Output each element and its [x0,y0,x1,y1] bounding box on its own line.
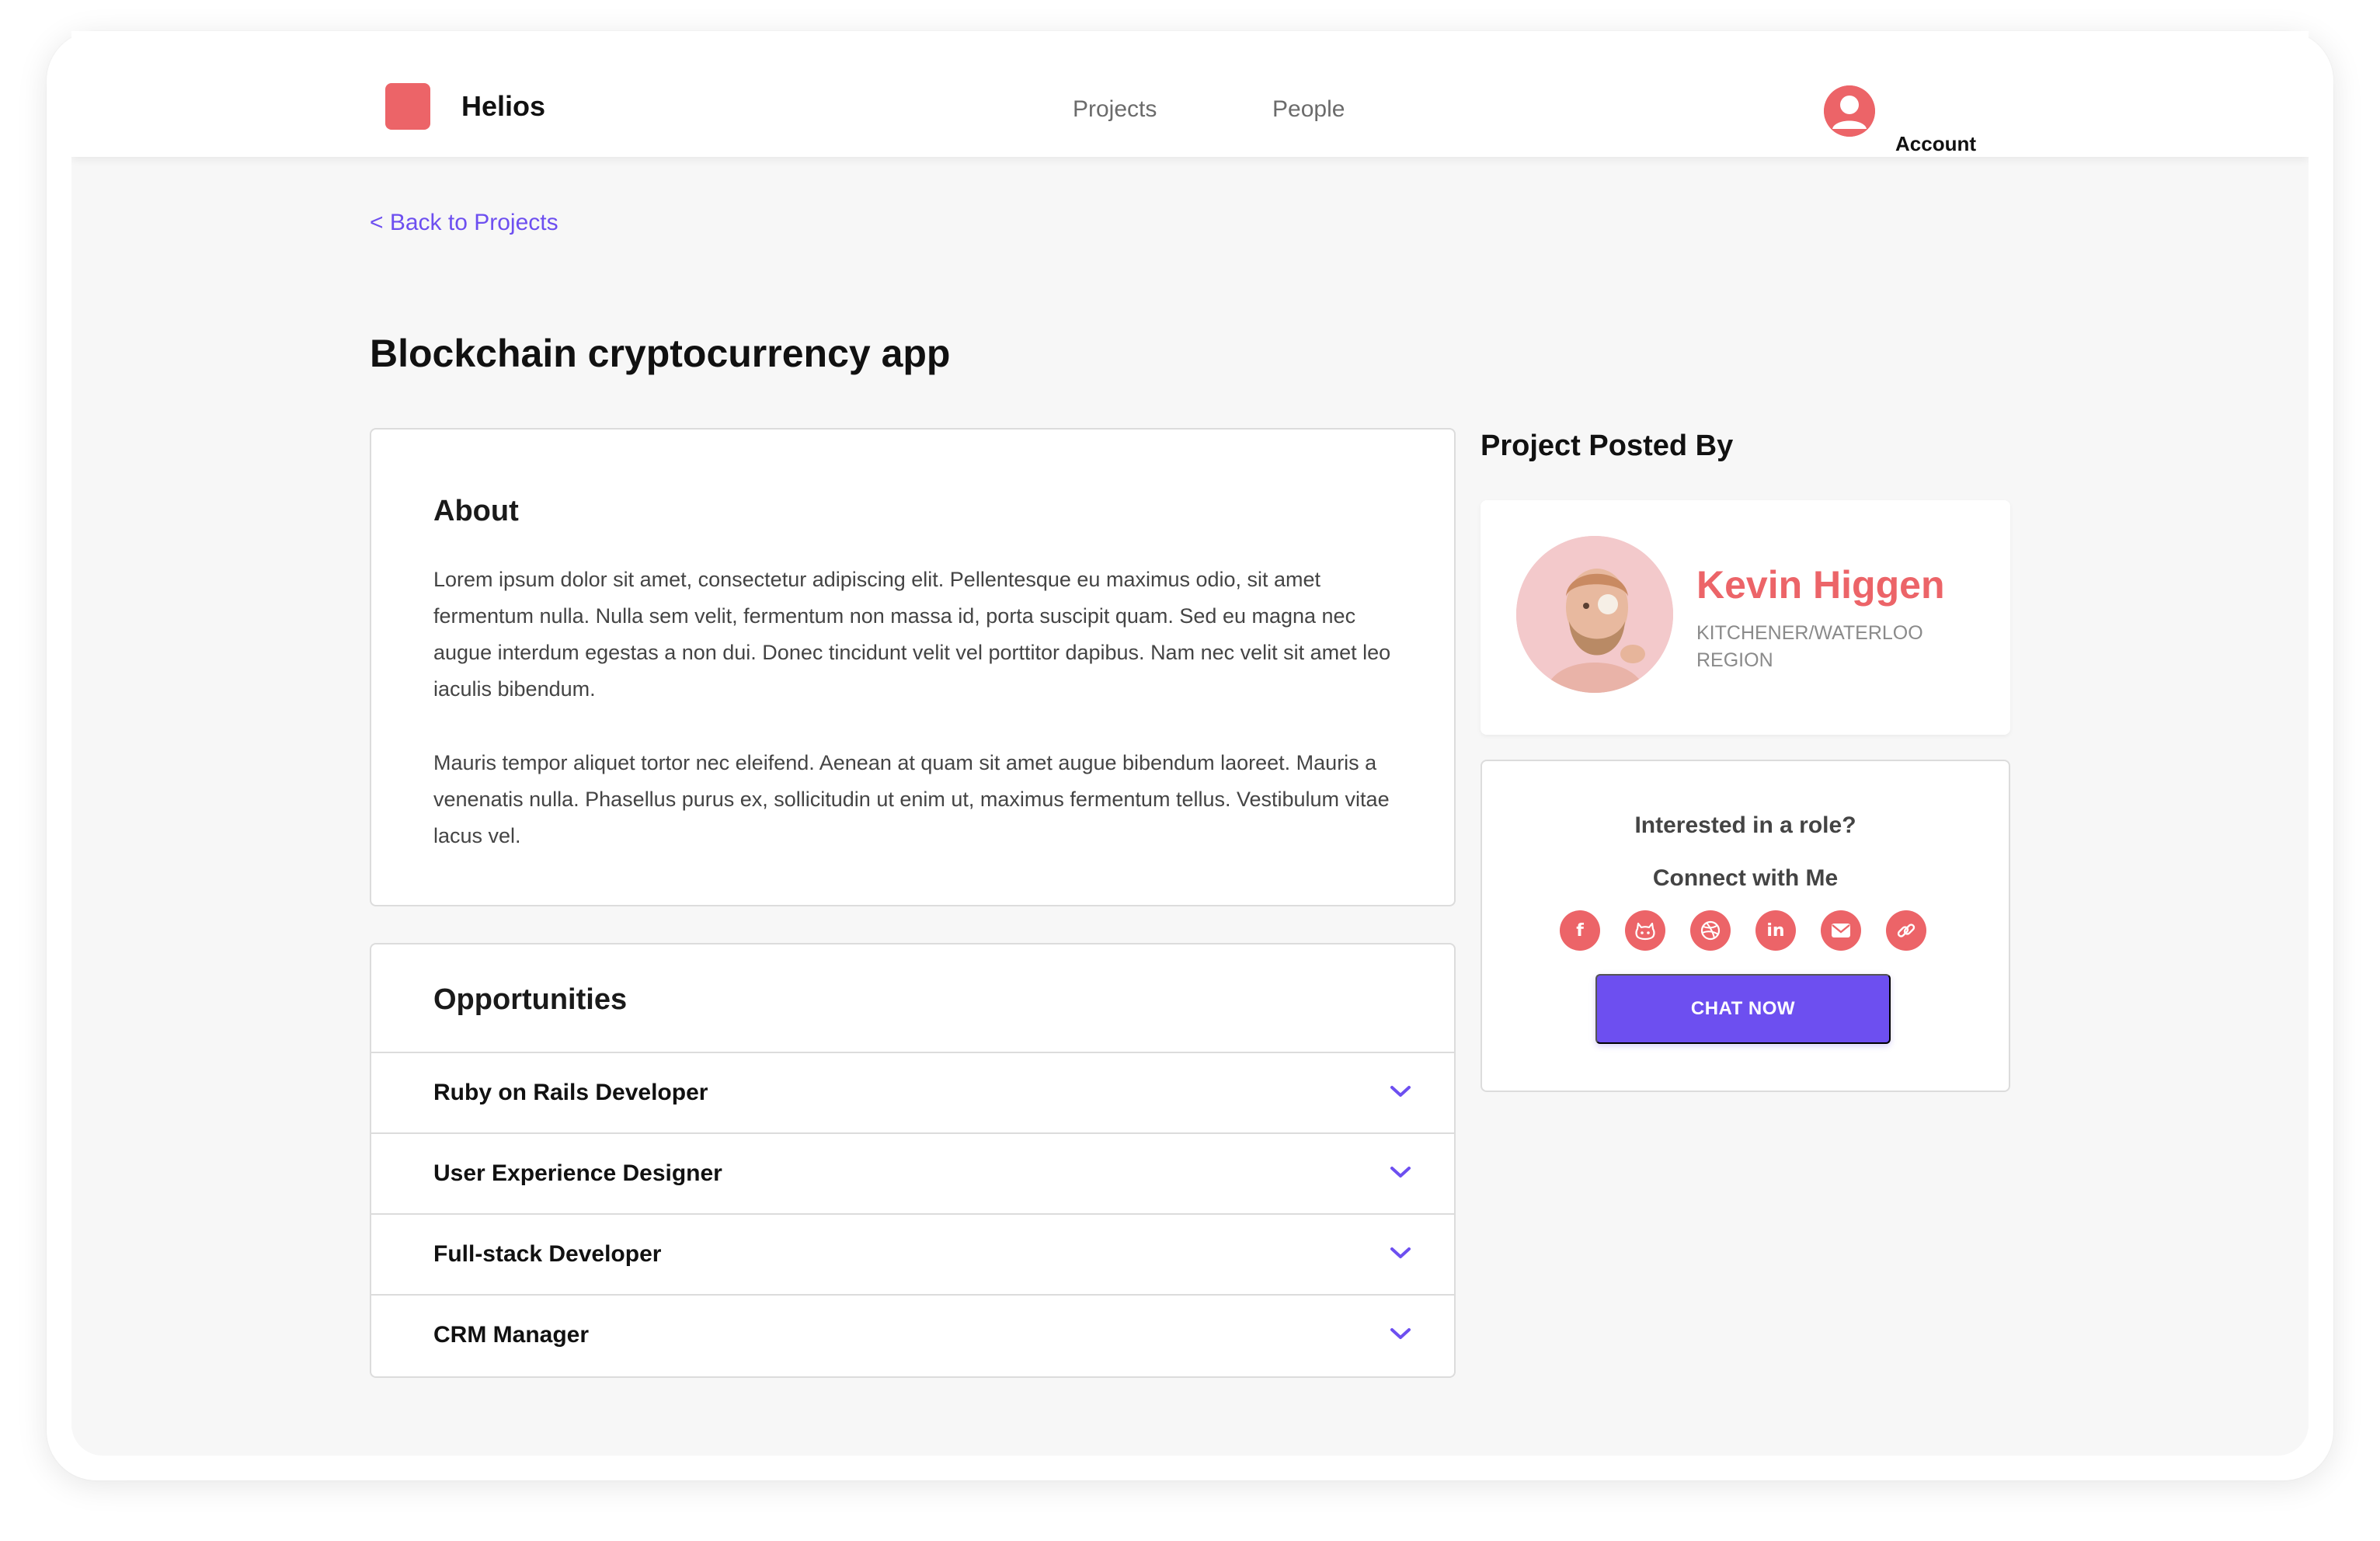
back-to-projects-link[interactable]: < Back to Projects [370,210,558,236]
about-card: About Lorem ipsum dolor sit amet, consec… [370,428,1456,906]
github-icon[interactable] [1625,910,1665,951]
chevron-down-icon[interactable] [1389,1244,1412,1261]
linkedin-icon[interactable]: in [1755,910,1796,951]
facebook-icon[interactable]: f [1560,910,1600,951]
connect-card: Interested in a role? Connect with Me f … [1481,760,2010,1092]
posted-by-heading: Project Posted By [1481,430,1734,462]
brand-name[interactable]: Helios [461,90,545,123]
nav-link-projects[interactable]: Projects [1073,96,1157,123]
opportunity-title: CRM Manager [433,1322,590,1348]
opportunity-title: User Experience Designer [433,1160,722,1186]
poster-name[interactable]: Kevin Higgen [1696,562,1944,607]
role-interest-text: Interested in a role? [1634,812,1856,838]
chevron-down-icon[interactable] [1389,1164,1412,1181]
opportunity-row[interactable]: CRM Manager [371,1294,1454,1375]
connect-label: Connect with Me [1652,865,1839,891]
nav-link-people[interactable]: People [1272,96,1345,123]
user-avatar-icon[interactable] [1824,85,1875,137]
opportunity-title: Full-stack Developer [433,1241,662,1267]
about-paragraph: Lorem ipsum dolor sit amet, consectetur … [433,568,1391,701]
opportunity-row[interactable]: User Experience Designer [371,1132,1454,1213]
email-icon[interactable] [1821,910,1861,951]
poster-location: Kitchener/Waterloo Region [1696,622,1923,671]
opportunities-card: Opportunities Ruby on Rails Developer Us… [370,943,1456,1378]
opportunity-title: Ruby on Rails Developer [433,1080,708,1105]
account-label[interactable]: Account [1895,132,1976,156]
app-screen: Helios Projects People Account < Back to… [71,31,2309,1456]
about-paragraph: Mauris tempor aliquet tortor nec eleifen… [433,751,1390,847]
opportunities-heading: Opportunities [433,983,628,1016]
opportunity-row[interactable]: Ruby on Rails Developer [371,1052,1454,1132]
dribbble-icon[interactable] [1690,910,1731,951]
link-icon[interactable] [1886,910,1926,951]
poster-card: Kevin Higgen Kitchener/Waterloo Region [1481,500,2010,735]
top-navigation: Helios Projects People Account [71,31,2309,157]
opportunity-row[interactable]: Full-stack Developer [371,1213,1454,1294]
about-heading: About [433,495,519,527]
chat-now-button[interactable]: CHAT NOW [1595,974,1891,1044]
chevron-down-icon[interactable] [1389,1325,1412,1342]
page-title: Blockchain cryptocurrency app [370,332,951,375]
chevron-down-icon[interactable] [1389,1083,1412,1100]
poster-avatar[interactable] [1516,536,1673,693]
brand-logo[interactable] [385,83,430,130]
